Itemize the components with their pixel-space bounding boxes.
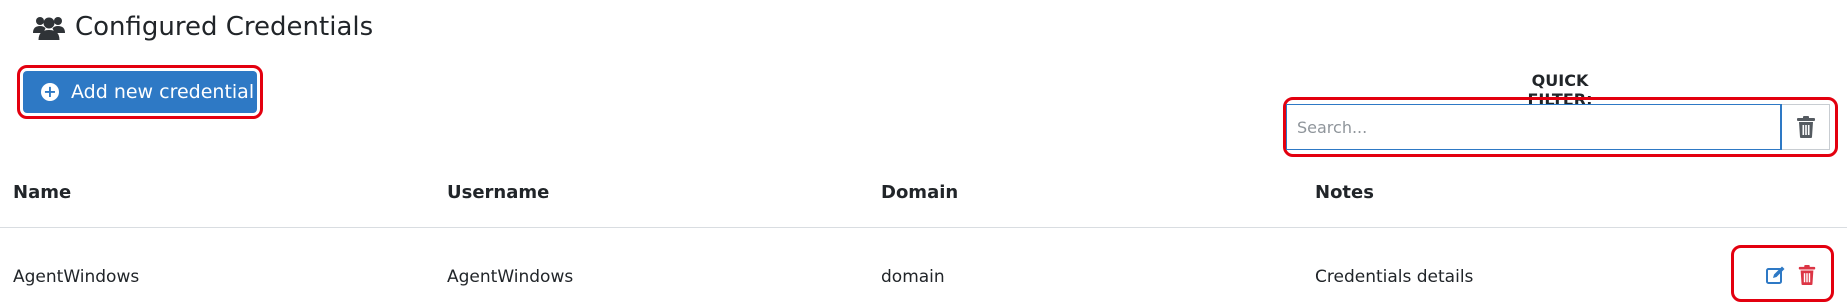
search-input[interactable] bbox=[1286, 104, 1782, 150]
column-header-name[interactable]: Name bbox=[13, 182, 71, 203]
add-credential-label: Add new credential bbox=[71, 81, 255, 103]
edit-button[interactable] bbox=[1766, 265, 1786, 285]
delete-button[interactable] bbox=[1798, 265, 1816, 285]
plus-circle-icon: + bbox=[41, 83, 59, 101]
column-header-domain[interactable]: Domain bbox=[881, 182, 958, 203]
cell-notes: Credentials details bbox=[1315, 267, 1474, 287]
table-header: Name Username Domain Notes bbox=[0, 170, 1847, 228]
users-icon bbox=[33, 14, 65, 40]
trash-icon bbox=[1796, 116, 1815, 138]
table-row: AgentWindows AgentWindows domain Credent… bbox=[0, 227, 1847, 306]
credentials-page: Configured Credentials + Add new credent… bbox=[0, 0, 1847, 306]
row-actions bbox=[1766, 265, 1816, 285]
page-header: Configured Credentials bbox=[33, 12, 373, 42]
column-header-notes[interactable]: Notes bbox=[1315, 182, 1374, 203]
cell-name: AgentWindows bbox=[13, 267, 140, 287]
page-title: Configured Credentials bbox=[75, 12, 374, 42]
delete-icon bbox=[1798, 265, 1816, 285]
cell-username: AgentWindows bbox=[447, 267, 574, 287]
add-credential-button[interactable]: + Add new credential bbox=[23, 71, 257, 113]
cell-domain: domain bbox=[881, 267, 945, 287]
column-header-username[interactable]: Username bbox=[447, 182, 549, 203]
clear-search-button[interactable] bbox=[1782, 104, 1830, 150]
quick-filter bbox=[1286, 104, 1830, 150]
edit-icon bbox=[1766, 266, 1785, 284]
